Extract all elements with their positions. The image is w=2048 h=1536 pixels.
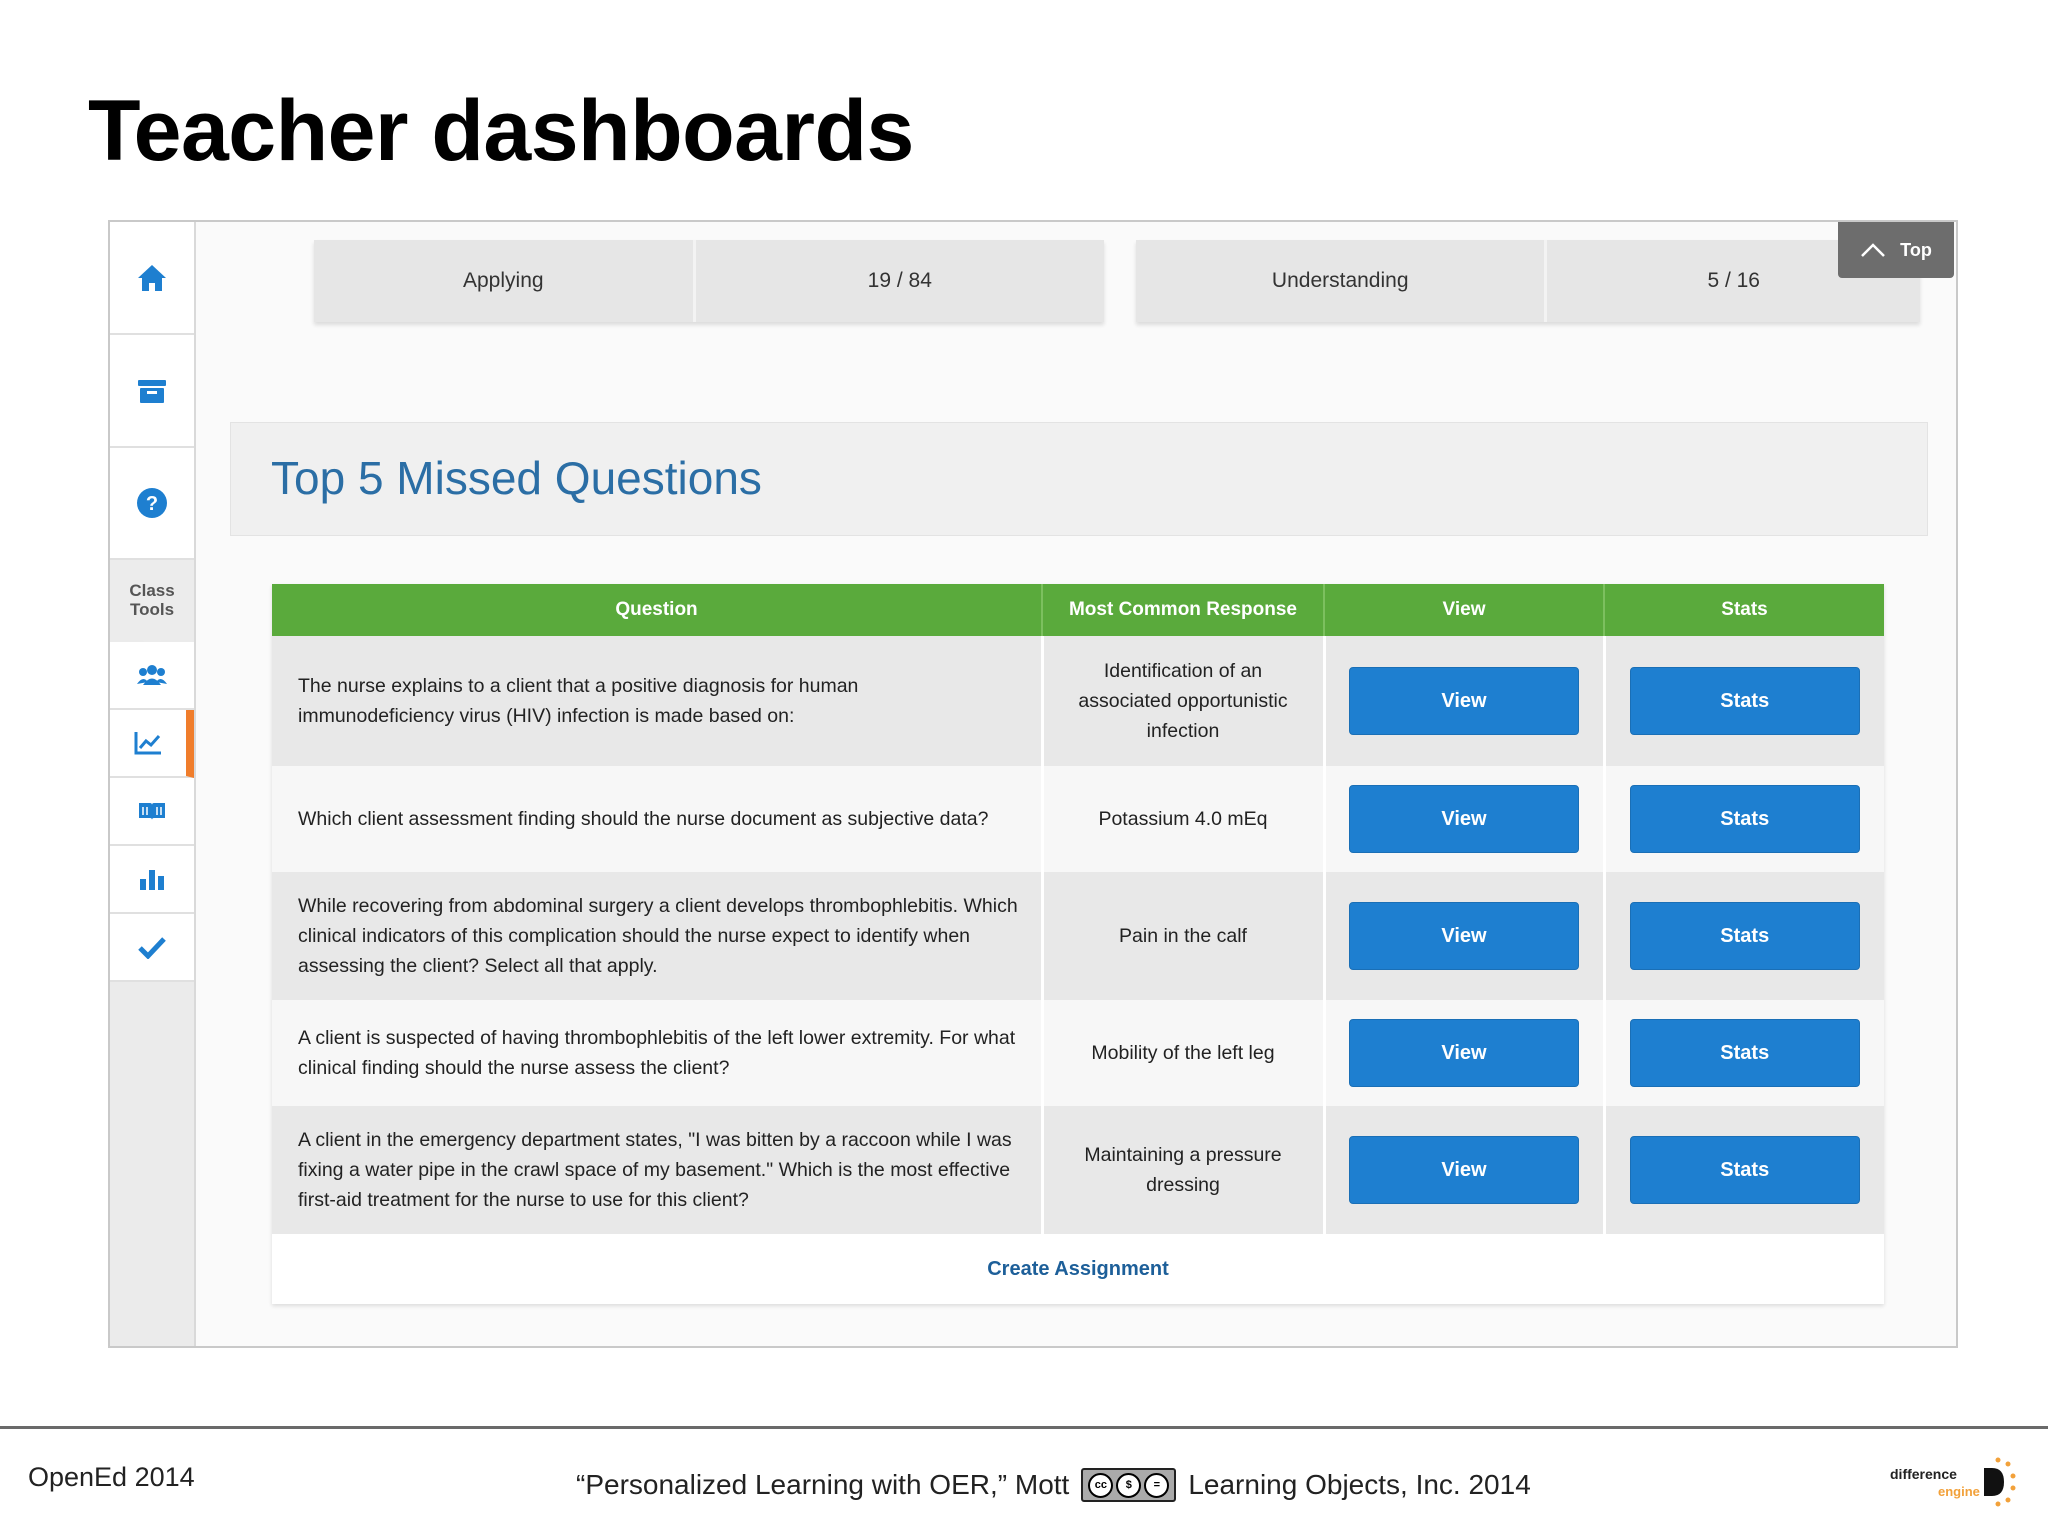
sidebar-reports[interactable] [110, 710, 194, 778]
sidebar: ? Class Tools [110, 222, 197, 1346]
view-button[interactable]: View [1349, 902, 1579, 970]
main-content: Applying 19 / 84 Understanding 5 / 16 To… [196, 222, 1956, 1346]
class-tools-label: Class Tools [110, 560, 194, 650]
bar-chart-icon [140, 870, 164, 890]
sidebar-home[interactable] [110, 222, 194, 335]
header-question: Question [272, 584, 1043, 636]
common-response: Pain in the calf [1042, 872, 1326, 1000]
sidebar-users[interactable] [110, 642, 194, 710]
home-icon [138, 264, 166, 291]
stats-button[interactable]: Stats [1629, 1019, 1860, 1087]
stats-button[interactable]: Stats [1629, 785, 1860, 853]
question-text: While recovering from abdominal surgery … [272, 872, 1044, 1000]
logo-word-difference: difference [1890, 1466, 1957, 1482]
footer-divider [0, 1426, 2048, 1429]
footer-citation: “Personalized Learning with OER,” Mott c… [576, 1468, 1531, 1502]
dashboard-screenshot: ? Class Tools Applying 19 / 84 Understan… [108, 220, 1958, 1348]
sidebar-inbox[interactable] [110, 335, 194, 448]
table-row: A client is suspected of having thrombop… [272, 1000, 1884, 1106]
back-to-top-button[interactable]: Top [1838, 222, 1954, 278]
score-row-applying: Applying 19 / 84 [314, 240, 1104, 322]
create-assignment-label: Create Assignment [987, 1257, 1169, 1280]
view-button[interactable]: View [1349, 1019, 1579, 1087]
logo-word-engine: engine [1938, 1484, 1980, 1499]
difference-engine-logo: difference engine [1886, 1454, 2016, 1514]
inbox-icon [138, 379, 166, 403]
sidebar-grading[interactable] [110, 914, 194, 982]
stats-button[interactable]: Stats [1629, 667, 1860, 735]
stats-button[interactable]: Stats [1629, 1136, 1860, 1204]
common-response: Potassium 4.0 mEq [1042, 766, 1326, 872]
view-button[interactable]: View [1349, 667, 1579, 735]
missed-questions-table: Question Most Common Response View Stats… [272, 584, 1884, 1304]
panel-title: Top 5 Missed Questions [271, 452, 762, 504]
score-row-understanding: Understanding 5 / 16 [1136, 240, 1920, 322]
create-assignment-link[interactable]: Create Assignment [272, 1234, 1884, 1304]
header-response: Most Common Response [1042, 584, 1325, 636]
slide-title: Teacher dashboards [88, 83, 914, 179]
help-icon: ? [137, 488, 167, 518]
table-row: While recovering from abdominal surgery … [272, 872, 1884, 1000]
score-label: Understanding [1136, 240, 1548, 322]
view-button[interactable]: View [1349, 1136, 1579, 1204]
line-chart-icon [134, 732, 161, 755]
top-label: Top [1900, 239, 1932, 260]
question-text: Which client assessment finding should t… [272, 766, 1044, 872]
question-text: A client in the emergency department sta… [272, 1106, 1044, 1234]
logo-mark-icon [1984, 1457, 2016, 1507]
common-response: Maintaining a pressure dressing [1042, 1106, 1326, 1234]
footer-conference: OpenEd 2014 [28, 1462, 195, 1492]
table-row: The nurse explains to a client that a po… [272, 636, 1884, 766]
view-button[interactable]: View [1349, 785, 1579, 853]
header-stats: Stats [1604, 584, 1884, 636]
table-header-row: Question Most Common Response View Stats [272, 584, 1884, 636]
book-icon [139, 803, 165, 820]
chevron-up-icon [1861, 243, 1886, 257]
table-row: A client in the emergency department sta… [272, 1106, 1884, 1234]
sidebar-stats[interactable] [110, 846, 194, 914]
question-text: A client is suspected of having thrombop… [272, 1000, 1044, 1106]
sidebar-library[interactable] [110, 778, 194, 846]
users-icon [137, 665, 167, 685]
common-response: Identification of an associated opportun… [1042, 636, 1326, 766]
svg-text:?: ? [146, 493, 158, 515]
stats-button[interactable]: Stats [1629, 902, 1860, 970]
header-view: View [1324, 584, 1605, 636]
check-icon [138, 937, 166, 959]
cc-license-icon: cc $ = [1081, 1468, 1177, 1502]
table-row: Which client assessment finding should t… [272, 766, 1884, 872]
citation-title: “Personalized Learning with OER,” Mott [576, 1469, 1070, 1500]
sidebar-help[interactable]: ? [110, 448, 194, 560]
score-value: 19 / 84 [695, 240, 1104, 322]
question-text: The nurse explains to a client that a po… [272, 636, 1044, 766]
score-label: Applying [314, 240, 696, 322]
class-tools-text: Class Tools [129, 581, 175, 619]
common-response: Mobility of the left leg [1042, 1000, 1326, 1106]
missed-questions-panel: Top 5 Missed Questions [230, 422, 1928, 536]
citation-publisher: Learning Objects, Inc. 2014 [1188, 1469, 1531, 1500]
